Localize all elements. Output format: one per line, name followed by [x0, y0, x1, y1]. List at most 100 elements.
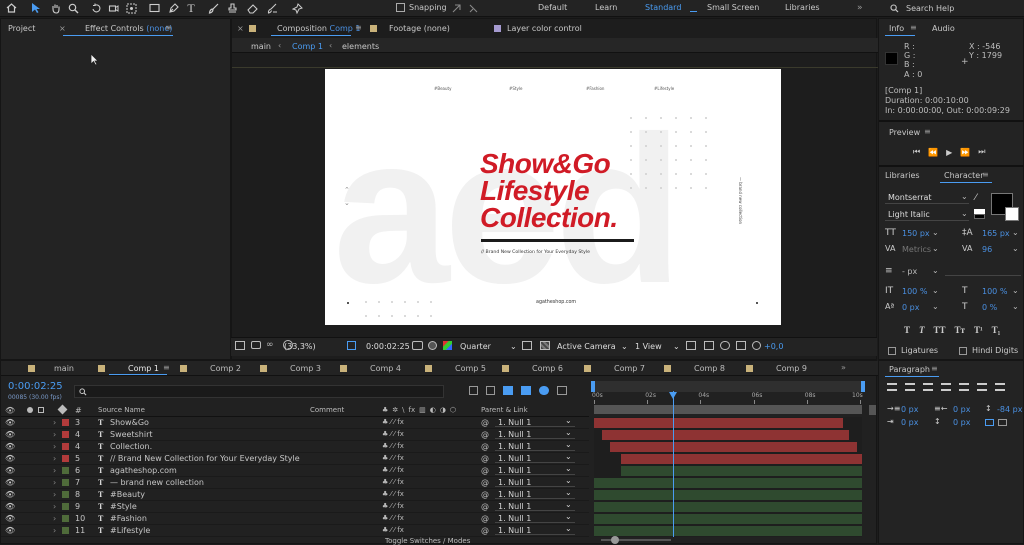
close-comp-tab-icon[interactable]: × [237, 24, 244, 33]
breadcrumb-comp1[interactable]: Comp 1 [292, 42, 323, 51]
timeline-tab-comp-3[interactable]: Comp 3 [290, 364, 321, 373]
eye-icon[interactable]: 👁 [5, 454, 15, 463]
workspace-small-screen[interactable]: Small Screen [707, 3, 759, 12]
font-style-dropdown[interactable]: Light Italic ⌄ [885, 209, 969, 221]
parent-dropdown[interactable]: 1. Null 1 ⌄ [495, 440, 575, 451]
show-snapshot-icon[interactable] [428, 341, 437, 350]
layer-label-color[interactable] [62, 419, 69, 426]
parent-link-header[interactable]: Parent & Link [481, 406, 528, 414]
indent-first-value[interactable]: 0 px [901, 418, 918, 427]
tab-project[interactable]: Project [8, 24, 35, 33]
parent-pickwhip-icon[interactable]: @ [481, 442, 489, 451]
snapping-checkbox[interactable] [396, 3, 405, 12]
workspace-learn[interactable]: Learn [595, 3, 617, 12]
parent-pickwhip-icon[interactable]: @ [481, 490, 489, 499]
expand-arrow-icon[interactable]: › [53, 502, 56, 511]
next-frame-icon[interactable]: ⏩ [960, 148, 970, 157]
selection-tool-icon[interactable] [29, 1, 43, 15]
baseline-shift-value[interactable]: 0 px [902, 303, 919, 312]
stroke-style-dropdown[interactable] [945, 265, 1021, 276]
workspace-default[interactable]: Default [538, 3, 567, 12]
align-center-icon[interactable] [905, 383, 915, 391]
vertical-scale-value[interactable]: 100 % [902, 287, 927, 296]
timeline-tab-comp-5[interactable]: Comp 5 [455, 364, 486, 373]
layer-row[interactable]: 👁 › 7 T — brand new collection ♣ ⁄ ⁄ fx @1. Nu… [1, 476, 589, 489]
play-icon[interactable]: ▶ [946, 148, 952, 157]
stroke-color-swatch[interactable] [1005, 207, 1019, 221]
close-tab-icon[interactable]: × [59, 24, 66, 33]
layer-switches[interactable]: ♣ ⁄ ⁄ fx [382, 430, 404, 438]
tab-effect-controls[interactable]: Effect Controls (none) [85, 24, 172, 33]
work-area-bar[interactable] [591, 381, 865, 392]
parent-pickwhip-icon[interactable]: @ [481, 526, 489, 535]
puppet-pin-icon[interactable] [290, 1, 304, 15]
justify-all-icon[interactable] [995, 383, 1005, 391]
always-preview-icon[interactable] [235, 341, 245, 350]
eye-icon[interactable]: 👁 [5, 502, 15, 511]
eyedropper-icon[interactable]: ⁄ [975, 193, 977, 203]
direction-ltr-icon[interactable] [985, 419, 994, 426]
comp-button[interactable] [869, 405, 876, 415]
expand-arrow-icon[interactable]: › [53, 514, 56, 523]
tab-character[interactable]: Character [944, 171, 984, 180]
flowchart-icon[interactable] [736, 341, 746, 350]
shy-layers-icon[interactable] [503, 386, 513, 395]
workspace-overflow-icon[interactable]: » [857, 3, 863, 13]
layer-row[interactable]: 👁 › 11 T #Lifestyle ♣ ⁄ ⁄ fx @1. Null 1 ⌄ [1, 524, 589, 537]
font-size-value[interactable]: 150 px [902, 229, 930, 238]
layer-row[interactable]: 👁 › 9 T #Style ♣ ⁄ ⁄ fx @1. Null 1 ⌄ [1, 500, 589, 513]
layer-name[interactable]: Sweetshirt [110, 430, 153, 439]
layer-label-color[interactable] [62, 491, 69, 498]
eye-icon[interactable]: 👁 [5, 418, 15, 427]
roto-brush-icon[interactable] [265, 1, 279, 15]
timeline-tab-comp-2[interactable]: Comp 2 [210, 364, 241, 373]
motion-blur-toggle-icon[interactable] [539, 386, 549, 395]
eye-icon[interactable]: 👁 [5, 466, 15, 475]
info-menu-icon[interactable]: ≡ [910, 23, 917, 32]
eye-icon[interactable]: 👁 [5, 490, 15, 499]
layer-switches[interactable]: ♣ ⁄ ⁄ fx [382, 502, 404, 510]
brush-tool-icon[interactable] [206, 1, 220, 15]
snapshot-camera-icon[interactable] [412, 341, 423, 350]
expand-arrow-icon[interactable]: › [53, 478, 56, 487]
expand-arrow-icon[interactable]: › [53, 454, 56, 463]
magnification-dropdown[interactable]: (33,3%) [284, 342, 316, 351]
time-ruler[interactable]: 00s 02s 04s 06s 08s 10s [591, 392, 865, 405]
layer-row[interactable]: 👁 › 4 T Sweetshirt ♣ ⁄ ⁄ fx @1. Null 1 ⌄ [1, 428, 589, 441]
parent-dropdown[interactable]: 1. Null 1 ⌄ [495, 428, 575, 439]
hand-tool-icon[interactable] [49, 1, 63, 15]
layer-label-color[interactable] [62, 443, 69, 450]
zoom-tool-icon[interactable] [66, 1, 80, 15]
layer-duration-bar[interactable] [594, 490, 862, 500]
layer-name[interactable]: #Lifestyle [110, 526, 150, 535]
hindi-digits-checkbox[interactable] [959, 346, 967, 355]
align-right-icon[interactable] [923, 383, 933, 391]
parent-pickwhip-icon[interactable]: @ [481, 466, 489, 475]
parent-dropdown[interactable]: 1. Null 1 ⌄ [495, 524, 575, 535]
layer-switches[interactable]: ♣ ⁄ ⁄ fx [382, 478, 404, 486]
layer-row[interactable]: 👁 › 10 T #Fashion ♣ ⁄ ⁄ fx @1. Null 1 ⌄ [1, 512, 589, 525]
faux-bold-icon[interactable]: T [904, 325, 910, 335]
layer-duration-bar[interactable] [594, 418, 844, 428]
space-after-value[interactable]: 0 px [953, 418, 970, 427]
tsume-value[interactable]: 0 % [982, 303, 997, 312]
layer-switches[interactable]: ♣ ⁄ ⁄ fx [382, 514, 404, 522]
camera-dropdown[interactable]: Active Camera [557, 342, 616, 351]
subscript-icon[interactable]: T₁ [992, 325, 1001, 335]
source-name-header[interactable]: Source Name [98, 406, 145, 414]
resolution-dropdown[interactable]: Quarter [460, 342, 491, 351]
parent-pickwhip-icon[interactable]: @ [481, 514, 489, 523]
paragraph-menu-icon[interactable]: ≡ [931, 364, 938, 373]
timeline-search-field[interactable] [74, 385, 444, 398]
layer-label-color[interactable] [62, 527, 69, 534]
expand-arrow-icon[interactable]: › [53, 418, 56, 427]
eye-icon[interactable]: 👁 [5, 442, 15, 451]
expand-arrow-icon[interactable]: › [53, 466, 56, 475]
parent-dropdown[interactable]: 1. Null 1 ⌄ [495, 476, 575, 487]
rotate-tool-icon[interactable] [89, 1, 103, 15]
glasses-icon[interactable]: ∞ [266, 340, 274, 350]
exposure-value[interactable]: +0,0 [764, 342, 783, 351]
justify-last-center-icon[interactable] [959, 383, 969, 391]
graph-editor-icon[interactable] [557, 386, 567, 395]
layer-row[interactable]: 👁 › 6 Tagatheshop.com ♣ ⁄ ⁄ fx @1. Null 1 ⌄ [1, 464, 589, 477]
